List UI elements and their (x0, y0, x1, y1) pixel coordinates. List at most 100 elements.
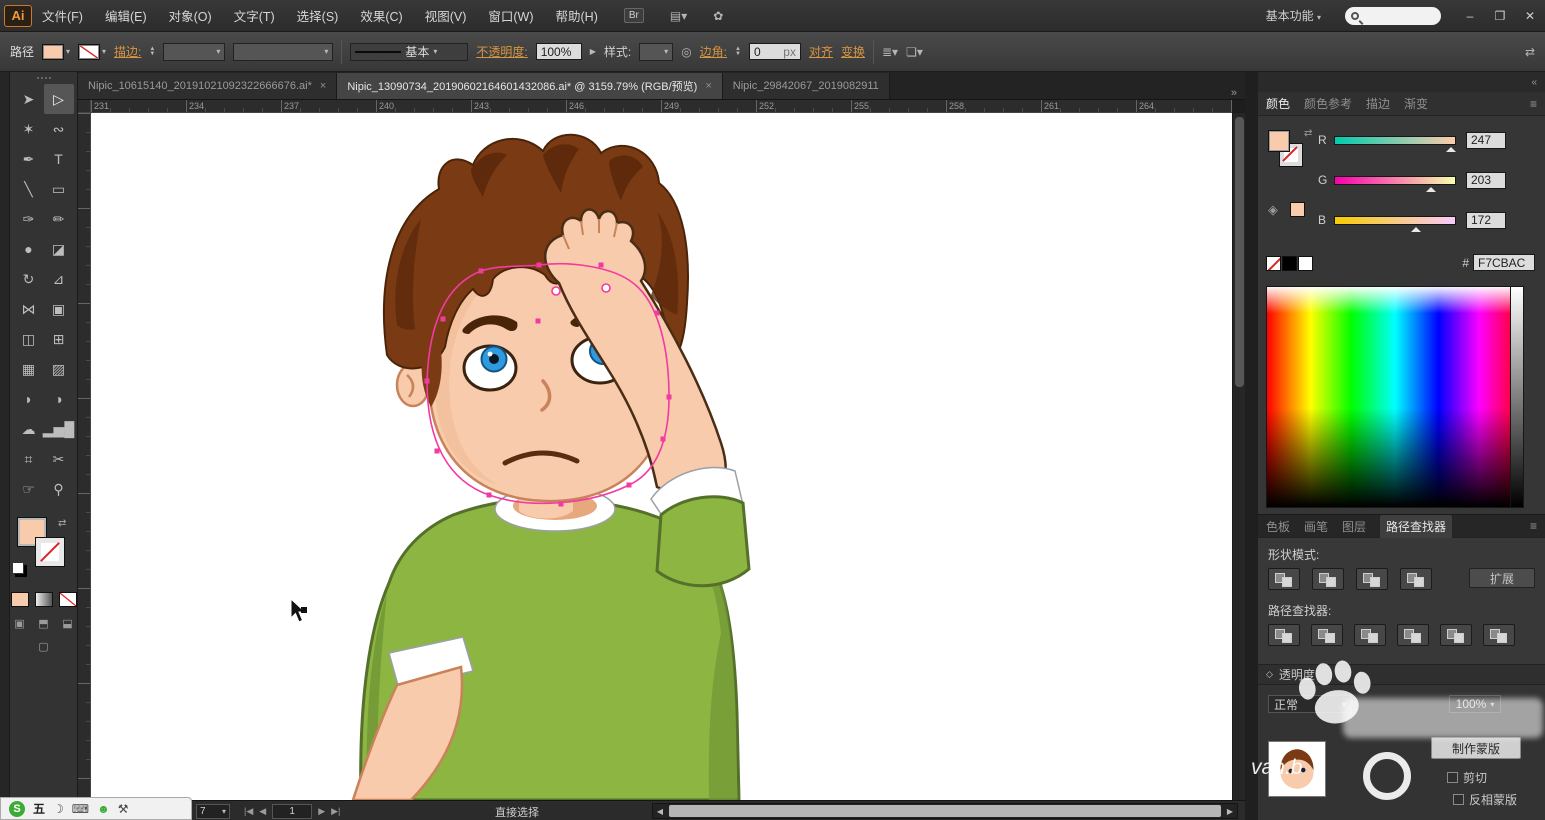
menu-item[interactable]: 文件(F) (42, 6, 83, 25)
color-slider-handle-g[interactable] (1425, 182, 1436, 192)
graphic-styles-icon[interactable]: ❏▾ (906, 45, 923, 59)
width-tool[interactable]: ⋈ (14, 294, 44, 324)
transparency-opacity-field[interactable]: 100% ▾ (1449, 695, 1501, 713)
invert-mask-checkbox[interactable] (1452, 794, 1464, 805)
merge-button[interactable] (1354, 624, 1386, 646)
menu-item[interactable]: 对象(O) (169, 6, 212, 25)
menu-item[interactable]: 视图(V) (425, 6, 467, 25)
channel-value-b[interactable]: 172 (1466, 211, 1506, 229)
menu-item[interactable]: 文字(T) (234, 6, 275, 25)
clip-checkbox[interactable] (1446, 772, 1458, 783)
lasso-tool[interactable]: ∾ (44, 114, 74, 144)
pencil-tool[interactable]: ✏ (44, 204, 74, 234)
none-mode-button[interactable] (58, 592, 77, 607)
gradient-tool[interactable]: ▨ (44, 354, 74, 384)
close-button[interactable]: ✕ (1515, 5, 1545, 27)
artboard-canvas[interactable] (91, 113, 1232, 802)
prev-artboard-icon[interactable]: ◀ (259, 806, 266, 817)
eyedropper-tool[interactable]: ◗ (14, 384, 44, 414)
tab-overflow-icon[interactable]: » (1223, 87, 1245, 99)
ruler-corner[interactable] (78, 100, 91, 113)
screen-mode-icon[interactable]: ▢ (35, 640, 53, 653)
draw-inside-icon[interactable]: ⬓ (59, 617, 77, 630)
channel-value-r[interactable]: 247 (1466, 131, 1506, 149)
menu-item[interactable]: 选择(S) (297, 6, 339, 25)
vertical-scrollbar-thumb[interactable] (1235, 117, 1244, 387)
style-dropdown[interactable]: ▾ (639, 42, 674, 61)
free-transform-tool[interactable]: ▣ (44, 294, 74, 324)
expand-button[interactable]: 扩展 (1469, 568, 1535, 588)
scroll-right-icon[interactable]: ▶ (1223, 807, 1237, 816)
zoom-tool[interactable]: ⚲ (44, 474, 74, 504)
tab-stroke[interactable]: 描边 (1366, 95, 1390, 112)
document-setup-icon[interactable]: ◎ (681, 45, 691, 59)
type-tool[interactable]: T (44, 144, 74, 174)
color-slider-handle-r[interactable] (1446, 142, 1457, 152)
color-slider-g[interactable] (1334, 175, 1456, 192)
exclude-button[interactable] (1400, 568, 1432, 590)
opacity-field[interactable]: 100% (535, 43, 582, 60)
stroke-proxy-swatch[interactable] (35, 537, 65, 567)
corner-stepper[interactable]: ▲ ▼ (735, 46, 741, 57)
artboard-tool[interactable]: ⌗ (14, 444, 44, 474)
fill-color-dropdown[interactable]: ▾ (42, 43, 70, 60)
transform-link[interactable]: 变换 (841, 43, 865, 60)
corner-link[interactable]: 边角: (700, 43, 727, 60)
divide-button[interactable] (1268, 624, 1300, 646)
tools-panel-grip[interactable] (10, 72, 77, 84)
color-mode-button[interactable] (10, 592, 29, 607)
rectangle-tool[interactable]: ▭ (44, 174, 74, 204)
brush-definition-dropdown[interactable]: 基本 ▾ (350, 42, 469, 61)
width-profile-dropdown[interactable]: ▾ (233, 42, 334, 61)
intersect-button[interactable] (1356, 568, 1388, 590)
tab-color[interactable]: 颜色 (1266, 95, 1290, 112)
unite-button[interactable] (1268, 568, 1300, 590)
moon-icon[interactable]: ☽ (53, 802, 64, 816)
user-icon[interactable]: ☻ (97, 802, 110, 816)
close-tab-icon[interactable]: × (705, 80, 711, 92)
white-swatch[interactable] (1298, 256, 1313, 271)
horizontal-ruler[interactable]: 231 234 237 240 243 246 249 252 255 258 261 264 (91, 100, 1232, 113)
draw-normal-icon[interactable]: ▣ (11, 617, 29, 630)
align-link[interactable]: 对齐 (809, 43, 833, 60)
object-thumbnail[interactable] (1268, 741, 1326, 797)
line-segment-tool[interactable]: ╲ (14, 174, 44, 204)
keyboard-icon[interactable]: ⌨ (72, 802, 89, 816)
channel-value-g[interactable]: 203 (1466, 171, 1506, 189)
restore-button[interactable]: ❐ (1485, 5, 1515, 27)
color-fill-proxy[interactable] (1268, 130, 1290, 152)
last-artboard-icon[interactable]: ▶| (331, 806, 340, 817)
column-graph-tool[interactable]: ▂▅█ (43, 414, 74, 444)
stroke-color-dropdown[interactable]: ▾ (78, 43, 106, 60)
color-slider-r[interactable] (1334, 135, 1457, 152)
color-swap-icon[interactable]: ⇄ (1304, 128, 1312, 139)
stroke-weight-stepper[interactable]: ▲ ▼ (149, 46, 155, 57)
close-tab-icon[interactable]: × (320, 80, 326, 92)
vertical-scrollbar[interactable] (1232, 113, 1245, 800)
first-artboard-icon[interactable]: |◀ (244, 806, 253, 817)
slice-tool[interactable]: ✂ (44, 444, 74, 474)
grayscale-strip[interactable] (1510, 287, 1523, 507)
out-of-gamut-cube-icon[interactable]: ◈ (1268, 202, 1278, 218)
paintbrush-tool[interactable]: ✑ (14, 204, 44, 234)
tab-color-guide[interactable]: 颜色参考 (1304, 95, 1352, 112)
document-tab[interactable]: Nipic_10615140_20191021092322666676.ai* … (78, 73, 338, 99)
workspace-switcher[interactable]: 基本功能 ▾ (1266, 7, 1321, 24)
ime-mode-label[interactable]: 五 (33, 800, 45, 817)
eraser-tool[interactable]: ◪ (44, 234, 74, 264)
next-artboard-icon[interactable]: ▶ (318, 806, 325, 817)
hand-tool[interactable]: ☞ (14, 474, 44, 504)
shape-builder-tool[interactable]: ◫ (14, 324, 44, 354)
blend-mode-dropdown[interactable]: 正常 ▾ (1268, 695, 1352, 713)
minimize-button[interactable]: – (1455, 5, 1485, 27)
crop-button[interactable] (1397, 624, 1429, 646)
opacity-link[interactable]: 不透明度: (476, 43, 527, 60)
tab-swatches[interactable]: 色板 (1266, 518, 1290, 535)
horizontal-scrollbar[interactable]: ◀ ▶ (652, 803, 1238, 819)
document-tab[interactable]: Nipic_29842067_2019082911 (722, 73, 890, 99)
tab-gradient[interactable]: 渐变 (1404, 95, 1428, 112)
scroll-left-icon[interactable]: ◀ (653, 807, 667, 816)
default-fill-stroke-icon[interactable] (12, 562, 24, 574)
make-mask-button[interactable]: 制作蒙版 (1431, 737, 1521, 759)
bridge-button[interactable]: Br (623, 8, 644, 23)
